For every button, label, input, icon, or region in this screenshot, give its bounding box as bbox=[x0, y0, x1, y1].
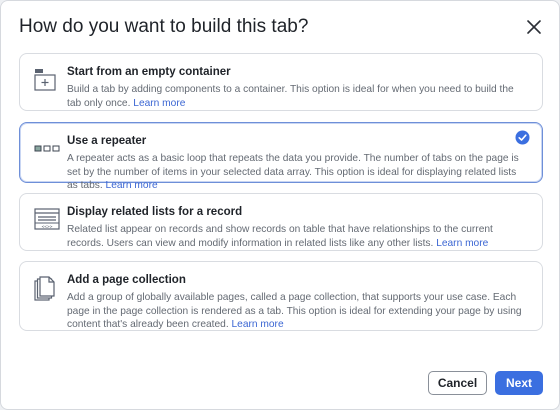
option-title: Use a repeater bbox=[67, 135, 147, 147]
option-description: Add a group of globally available pages,… bbox=[67, 292, 522, 330]
option-empty-container[interactable]: Start from an empty container Build a ta… bbox=[19, 53, 543, 111]
option-description: Related list appear on records and show … bbox=[67, 224, 493, 249]
repeater-icon bbox=[34, 137, 62, 163]
cancel-button[interactable]: Cancel bbox=[428, 371, 487, 395]
option-title: Start from an empty container bbox=[67, 66, 231, 78]
learn-more-link[interactable]: Learn more bbox=[232, 319, 284, 330]
option-page-collection[interactable]: Add a page collection Add a group of glo… bbox=[19, 261, 543, 331]
svg-text:<<>>: <<>> bbox=[42, 225, 53, 230]
learn-more-link[interactable]: Learn more bbox=[436, 238, 488, 249]
related-list-icon: <<>> bbox=[34, 208, 62, 234]
option-related-lists[interactable]: <<>> Display related lists for a record … bbox=[19, 193, 543, 251]
learn-more-link[interactable]: Learn more bbox=[106, 180, 158, 191]
option-title: Display related lists for a record bbox=[67, 206, 243, 218]
option-title: Add a page collection bbox=[67, 274, 186, 286]
learn-more-link[interactable]: Learn more bbox=[133, 98, 185, 109]
page-collection-icon bbox=[34, 276, 62, 302]
option-repeater[interactable]: Use a repeater A repeater acts as a basi… bbox=[19, 122, 543, 191]
empty-container-icon bbox=[34, 68, 62, 94]
next-button[interactable]: Next bbox=[495, 371, 543, 395]
option-description: Build a tab by adding components to a co… bbox=[67, 84, 514, 109]
option-description: A repeater acts as a basic loop that rep… bbox=[67, 153, 519, 191]
selected-check-icon bbox=[515, 130, 530, 145]
build-tab-dialog: How do you want to build this tab? Start… bbox=[0, 0, 560, 410]
dialog-title: How do you want to build this tab? bbox=[19, 16, 309, 37]
close-icon[interactable] bbox=[523, 16, 545, 38]
